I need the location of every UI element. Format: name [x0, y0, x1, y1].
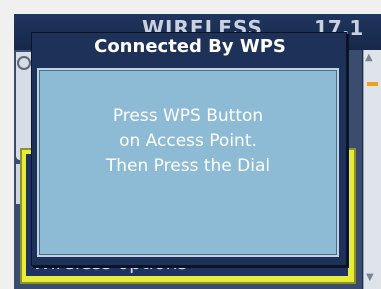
triangle-up-icon[interactable]: ▲ — [365, 52, 373, 63]
dialog-title: Connected By WPS — [94, 36, 286, 57]
radio-icon — [17, 56, 31, 70]
triangle-down-icon[interactable]: ▼ — [366, 272, 374, 283]
scroll-thumb[interactable] — [367, 82, 378, 86]
message-line: on Access Point. — [119, 131, 257, 151]
wps-dialog: Connected By WPS Press WPS Button on Acc… — [31, 32, 347, 266]
dialog-message: Press WPS Button on Access Point. Then P… — [39, 104, 337, 179]
message-line: Press WPS Button — [112, 106, 264, 126]
dialog-body: Press WPS Button on Access Point. Then P… — [37, 68, 339, 257]
message-line: Then Press the Dial — [105, 156, 271, 176]
